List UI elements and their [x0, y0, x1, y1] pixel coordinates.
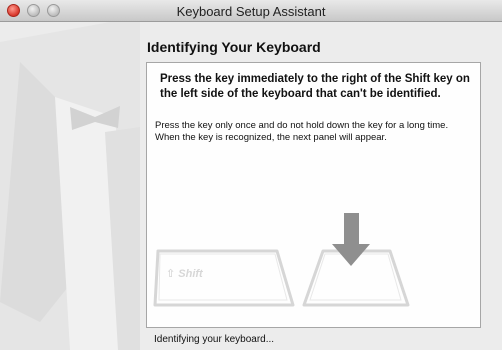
shift-key-label: ⇧ Shift [166, 268, 203, 280]
keyboard-setup-window: Keyboard Setup Assistant Identifying You… [0, 0, 502, 350]
down-arrow-icon [332, 213, 370, 266]
keys-illustration [153, 213, 410, 307]
page-title: Identifying Your Keyboard [147, 39, 321, 55]
title-bar[interactable]: Keyboard Setup Assistant [0, 0, 502, 22]
window-title: Keyboard Setup Assistant [176, 4, 326, 19]
status-text: Identifying your keyboard... [154, 334, 275, 345]
instruction-panel: Press the key immediately to the right o… [146, 62, 481, 328]
content-area: Identifying Your Keyboard Press the key … [0, 22, 502, 350]
